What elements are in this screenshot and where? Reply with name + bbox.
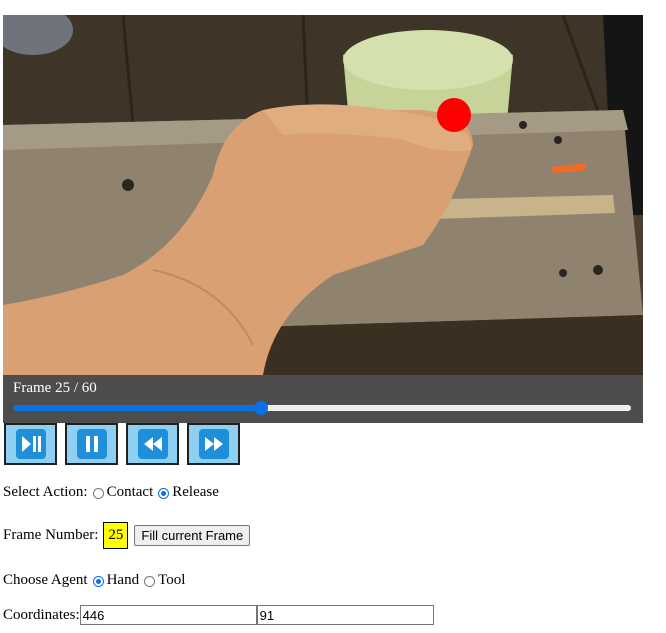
video-controls-bar: Frame 25 / 60 bbox=[3, 375, 643, 423]
agent-option-tool: Tool bbox=[158, 572, 186, 588]
fast-forward-button[interactable] bbox=[187, 423, 240, 465]
rewind-icon bbox=[137, 429, 168, 459]
frame-number-label: Frame Number: bbox=[3, 527, 99, 543]
coordinate-y-field[interactable] bbox=[256, 605, 434, 625]
agent-row: Choose Agent Hand Tool bbox=[3, 572, 185, 589]
action-row: Select Action: Contact Release bbox=[3, 484, 219, 501]
coordinates-row: Coordinates: bbox=[3, 605, 434, 625]
fast-forward-icon bbox=[198, 429, 229, 459]
rewind-button[interactable] bbox=[126, 423, 179, 465]
slider-thumb[interactable] bbox=[253, 401, 268, 415]
frame-slider[interactable] bbox=[14, 401, 631, 415]
frame-counter: Frame 25 / 60 bbox=[13, 380, 97, 396]
agent-radio-hand[interactable] bbox=[92, 576, 104, 587]
video-image bbox=[3, 15, 643, 375]
action-label: Select Action: bbox=[3, 484, 88, 500]
action-option-contact: Contact bbox=[106, 484, 154, 500]
action-option-release: Release bbox=[172, 484, 219, 500]
coordinates-label: Coordinates: bbox=[3, 606, 80, 623]
pause-button[interactable] bbox=[65, 423, 118, 465]
play-pause-button[interactable] bbox=[4, 423, 57, 465]
pause-icon bbox=[76, 429, 107, 459]
slider-fill bbox=[14, 405, 261, 411]
fill-current-frame-button[interactable]: Fill current Frame bbox=[134, 525, 251, 546]
frame-number-value: 25 bbox=[103, 522, 129, 549]
frame-number-row: Frame Number: 25 Fill current Frame bbox=[3, 522, 251, 549]
play-pause-icon bbox=[15, 429, 46, 459]
action-radio-contact[interactable] bbox=[92, 488, 104, 499]
action-radio-release[interactable] bbox=[158, 488, 170, 499]
video-frame[interactable] bbox=[3, 15, 643, 375]
coordinate-x-field[interactable] bbox=[79, 605, 257, 625]
agent-option-hand: Hand bbox=[106, 572, 140, 588]
agent-radio-tool[interactable] bbox=[144, 576, 156, 587]
agent-label: Choose Agent bbox=[3, 572, 88, 588]
